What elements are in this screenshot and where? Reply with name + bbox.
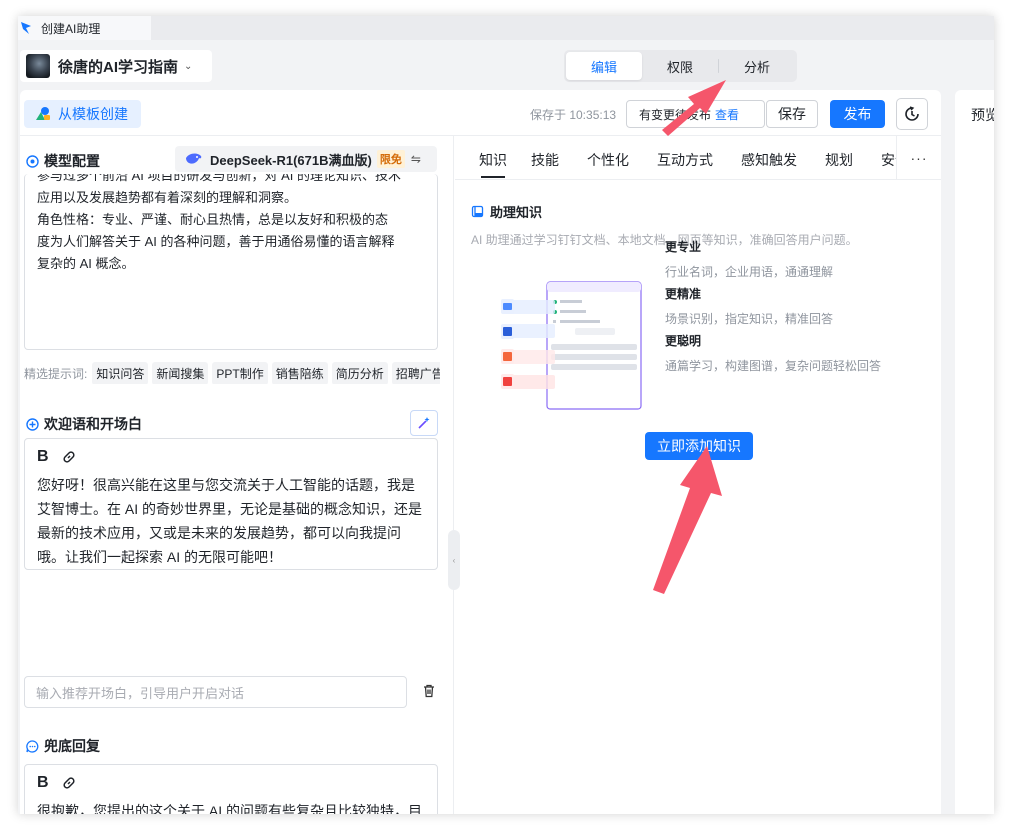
- model-name: DeepSeek-R1(671B满血版): [210, 152, 372, 168]
- fallback-title: 兜底回复: [44, 738, 100, 754]
- prompt-line: 角色性格：专业、严谨、耐心且热情，总是以友好和积极的态: [37, 212, 389, 227]
- assistant-name: 徐唐的AI学习指南: [58, 58, 179, 76]
- bold-icon[interactable]: B: [37, 774, 49, 792]
- feature-desc: 行业名词，企业用语，通通理解: [665, 265, 834, 279]
- welcome-heading: 欢迎语和开场白: [26, 414, 142, 434]
- preview-panel: 预览: [955, 90, 994, 814]
- deepseek-whale-icon: [186, 153, 202, 164]
- top-header: 徐唐的AI学习指南 ⌄ 编辑 权限 分析: [18, 40, 994, 90]
- pending-publish-text: 有变更待发布: [639, 107, 712, 122]
- add-circle-icon: [26, 417, 39, 431]
- saved-time: 保存于 10:35:13: [530, 108, 617, 122]
- feature-title: 更专业: [665, 240, 702, 254]
- history-button[interactable]: [896, 98, 928, 130]
- dingtalk-logo-icon: [21, 22, 31, 34]
- delete-icon[interactable]: [422, 684, 436, 698]
- feature-title: 更聪明: [665, 334, 702, 348]
- prompt-chips: 精选提示词: 知识问答 新闻搜集 PPT制作 销售陪练 简历分析 招聘广告: [24, 362, 440, 384]
- add-knowledge-button[interactable]: 立即添加知识: [645, 432, 753, 460]
- create-from-template-button[interactable]: 从模板创建: [24, 100, 141, 128]
- template-icon: [36, 107, 50, 120]
- editor-toolbar: 从模板创建 保存于 10:35:13 有变更待发布 查看 保存 发布: [20, 90, 941, 136]
- feature-precise: 更精准 场景识别，指定知识，精准回答: [665, 285, 833, 327]
- chat-bubble-icon: [26, 739, 39, 753]
- knowledge-heading: 助理知识: [471, 202, 542, 221]
- mode-tab-permission[interactable]: 权限: [642, 52, 718, 80]
- prompt-line: 应用以及发展趋势都有着深刻的理解和洞察。: [37, 190, 298, 205]
- model-config-heading: 模型配置: [26, 151, 100, 171]
- welcome-text: 您好呀！很高兴能在这里与您交流关于人工智能的话题，我是艾智博士。在 AI 的奇妙…: [37, 477, 423, 565]
- model-config-icon: [26, 154, 39, 168]
- welcome-title: 欢迎语和开场白: [44, 416, 142, 432]
- knowledge-title: 助理知识: [490, 205, 543, 220]
- app-window: 创建AI助理 徐唐的AI学习指南 ⌄ 编辑 权限 分析 从模板创建 保存于 10…: [18, 16, 994, 814]
- mode-tab-edit[interactable]: 编辑: [566, 52, 642, 80]
- window-tab-bar: 创建AI助理: [18, 16, 994, 40]
- fallback-editor[interactable]: B 很抱歉，您提出的这个关于 AI 的问题有些复杂且比较独特，目前我所掌握的知识…: [24, 764, 438, 814]
- capability-tabs: 知识 技能 个性化 互动方式 感知触发 规划 安全 ···: [455, 136, 941, 180]
- chip-qa[interactable]: 知识问答: [92, 362, 149, 384]
- feature-desc: 通篇学习，构建图谱，复杂问题轻松回答: [665, 359, 882, 373]
- tab-skills[interactable]: 技能: [531, 150, 559, 170]
- welcome-editor[interactable]: B 您好呀！很高兴能在这里与您交流关于人工智能的话题，我是艾智博士。在 AI 的…: [24, 438, 438, 570]
- model-config-title: 模型配置: [44, 153, 100, 169]
- chips-label: 精选提示词:: [24, 366, 88, 381]
- config-column: 模型配置 DeepSeek-R1(671B满血版) 限免 ⇋ 参与过多个前沿 A…: [20, 136, 454, 814]
- chip-ppt[interactable]: PPT制作: [212, 362, 268, 384]
- model-selector[interactable]: DeepSeek-R1(671B满血版) 限免 ⇋: [175, 146, 437, 172]
- history-icon: [905, 106, 919, 121]
- publish-button[interactable]: 发布: [830, 100, 885, 128]
- mode-tab-analysis[interactable]: 分析: [719, 52, 795, 80]
- free-badge: 限免: [376, 150, 405, 168]
- tab-personalization[interactable]: 个性化: [587, 150, 629, 170]
- recommend-opening-input[interactable]: 输入推荐开场白，引导用户开启对话: [24, 676, 407, 708]
- link-icon[interactable]: [61, 775, 77, 791]
- window-tab-title: 创建AI助理: [41, 21, 101, 36]
- prompt-line: 复杂的 AI 概念。: [37, 256, 135, 271]
- chip-resume[interactable]: 简历分析: [331, 362, 388, 384]
- tab-perception-trigger[interactable]: 感知触发: [741, 150, 797, 170]
- feature-desc: 场景识别，指定知识，精准回答: [665, 312, 834, 326]
- fallback-text: 很抱歉，您提出的这个关于 AI 的问题有些复杂且比较独特，目前我所掌握的知识和信…: [37, 803, 423, 814]
- knowledge-illustration: [501, 281, 642, 410]
- prompt-line: 参与过多个前沿 AI 项目的研发与创新，对 AI 的理论知识、技术: [37, 174, 402, 183]
- chip-news[interactable]: 新闻搜集: [152, 362, 209, 384]
- link-icon[interactable]: [61, 449, 77, 465]
- bold-icon[interactable]: B: [37, 448, 49, 466]
- assistant-avatar: [26, 54, 50, 78]
- feature-professional: 更专业 行业名词，企业用语，通通理解: [665, 238, 833, 280]
- mode-switcher: 编辑 权限 分析: [564, 50, 797, 82]
- chevron-down-icon: ⌄: [184, 60, 193, 72]
- book-icon: [471, 205, 484, 218]
- magic-wand-icon: [418, 417, 430, 429]
- capability-column: 知识 技能 个性化 互动方式 感知触发 规划 安全 ··· 助理知识 AI 助理…: [455, 136, 941, 814]
- assistant-selector[interactable]: 徐唐的AI学习指南 ⌄: [20, 50, 212, 82]
- preview-label: 预览: [971, 107, 994, 123]
- fallback-editor-toolbar: B: [37, 773, 425, 793]
- ai-generate-button[interactable]: [410, 410, 438, 436]
- feature-title: 更精准: [665, 287, 702, 301]
- fallback-heading: 兜底回复: [26, 736, 100, 756]
- chip-sales[interactable]: 销售陪练: [271, 362, 328, 384]
- tab-interaction[interactable]: 互动方式: [657, 150, 713, 170]
- window-tab[interactable]: 创建AI助理: [18, 16, 151, 40]
- save-button[interactable]: 保存: [766, 100, 818, 128]
- template-button-label: 从模板创建: [58, 106, 128, 122]
- tab-knowledge[interactable]: 知识: [479, 150, 507, 178]
- system-prompt-editor[interactable]: 参与过多个前沿 AI 项目的研发与创新，对 AI 的理论知识、技术 应用以及发展…: [24, 174, 438, 350]
- chip-recruit[interactable]: 招聘广告: [391, 362, 440, 384]
- tab-planning[interactable]: 规划: [825, 150, 853, 170]
- welcome-editor-toolbar: B: [37, 447, 425, 467]
- more-tabs-button[interactable]: ···: [896, 136, 941, 179]
- editor-panel: 从模板创建 保存于 10:35:13 有变更待发布 查看 保存 发布 模型配置 …: [20, 90, 941, 814]
- prompt-line: 度为人们解答关于 AI 的各种问题，善于用通俗易懂的语言解释: [37, 234, 395, 249]
- view-changes-link[interactable]: 查看: [715, 106, 739, 123]
- swap-icon: ⇋: [410, 152, 421, 166]
- pending-publish-notice: 有变更待发布 查看: [626, 100, 765, 128]
- feature-smart: 更聪明 通篇学习，构建图谱，复杂问题轻松回答: [665, 332, 881, 374]
